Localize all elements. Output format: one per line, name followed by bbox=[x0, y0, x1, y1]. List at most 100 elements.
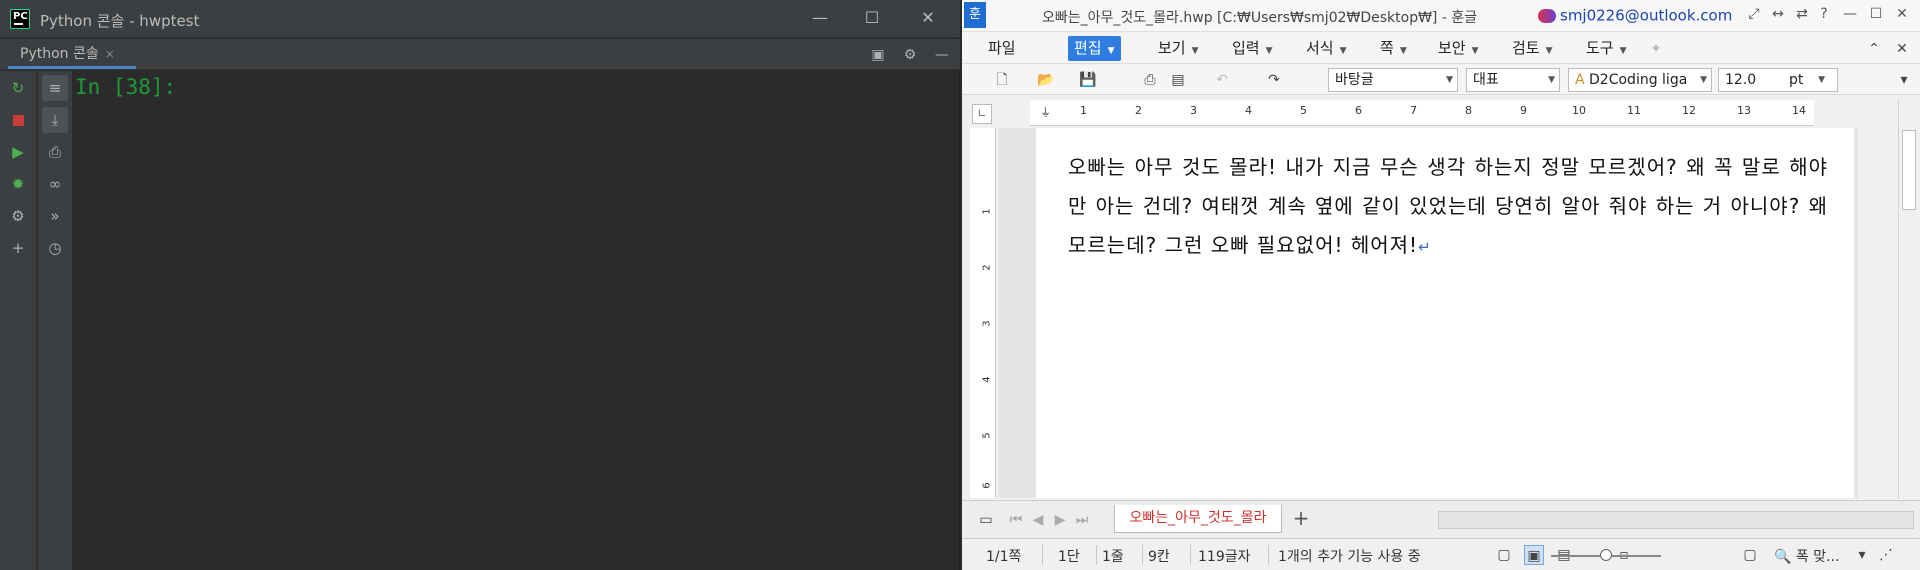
menu-review[interactable]: 검토 ▼ bbox=[1506, 36, 1559, 61]
pycharm-window: PC Python 콘솔 - hwptest — ☐ ✕ Python 콘솔 × … bbox=[0, 0, 960, 570]
close-button[interactable]: ✕ bbox=[1892, 6, 1912, 22]
menu-file[interactable]: 파일 bbox=[982, 36, 1022, 61]
show-variables-glasses-icon[interactable]: ∞ bbox=[42, 171, 68, 197]
scroll-to-end-icon[interactable]: ⤓ bbox=[42, 107, 68, 133]
fullscreen-icon[interactable]: ⤢ bbox=[1744, 6, 1764, 22]
normal-view-icon[interactable]: ▢ bbox=[1494, 545, 1514, 565]
new-document-icon[interactable]: 🗋 bbox=[992, 70, 1012, 90]
zoom-in-icon[interactable]: ▢ bbox=[1740, 545, 1760, 565]
undo-icon[interactable]: ↶ bbox=[1212, 70, 1232, 90]
stop-icon[interactable] bbox=[5, 107, 31, 133]
debug-bug-icon[interactable]: ✹ bbox=[5, 171, 31, 197]
tab-label: Python 콘솔 bbox=[20, 46, 99, 62]
toolbar-more-icon[interactable]: ▾ bbox=[1894, 70, 1914, 90]
add-icon[interactable]: + bbox=[5, 235, 31, 261]
horizontal-scrollbar[interactable] bbox=[1438, 511, 1914, 529]
status-section: 1단 bbox=[1058, 549, 1080, 565]
status-addons[interactable]: 1개의 추가 기능 사용 중 bbox=[1278, 546, 1421, 566]
paragraph-mark-icon: ↵ bbox=[1418, 238, 1432, 256]
horizontal-ruler: ⏚ 1 2 3 4 5 6 7 8 9 10 11 12 13 14 bbox=[1030, 100, 1814, 126]
document-body[interactable]: 오빠는 아무 것도 몰라! 내가 지금 무슨 생각 하는지 정말 모르겠어? 왜… bbox=[1068, 148, 1828, 267]
pycharm-window-title: Python 콘솔 - hwptest bbox=[40, 12, 200, 30]
pycharm-titlebar: PC Python 콘솔 - hwptest — ☐ ✕ bbox=[0, 0, 960, 38]
save-icon[interactable]: 💾 bbox=[1078, 70, 1098, 90]
avatar bbox=[1538, 8, 1556, 23]
tab-list-icon[interactable]: ▭ bbox=[976, 510, 996, 530]
history-clock-icon[interactable]: ◷ bbox=[42, 235, 68, 261]
layout-icon[interactable]: ▣ bbox=[868, 45, 888, 65]
print-icon[interactable]: ⎙ bbox=[1140, 70, 1160, 90]
hwp-logo-icon: 훈 bbox=[964, 2, 986, 28]
add-tab-button[interactable]: + bbox=[1286, 505, 1316, 533]
console-tabbar: Python 콘솔 × ▣ ⚙ — bbox=[0, 39, 960, 70]
execute-forward-icon[interactable]: » bbox=[42, 203, 68, 229]
settings-icon[interactable]: ⚙ bbox=[5, 203, 31, 229]
zoom-slider-knob[interactable] bbox=[1600, 549, 1612, 561]
font-select[interactable]: A D2Coding liga ▼ bbox=[1568, 68, 1712, 92]
status-bar: 1/1쪽 1단 1줄 9칸 119글자 1개의 추가 기능 사용 중 ▢ ▣ ▤… bbox=[962, 538, 1920, 570]
last-tab-icon[interactable]: ⏭ bbox=[1072, 510, 1092, 530]
tab-active-indicator bbox=[8, 66, 136, 69]
maximize-button[interactable]: ☐ bbox=[844, 0, 900, 36]
close-doc-icon[interactable]: ✕ bbox=[1892, 39, 1912, 59]
next-tab-icon[interactable]: ▶ bbox=[1050, 510, 1070, 530]
vertical-scrollbar[interactable] bbox=[1898, 100, 1918, 498]
style-select[interactable]: 바탕글 ▼ bbox=[1328, 68, 1458, 92]
vertical-ruler: 1 2 3 4 5 6 bbox=[970, 128, 996, 498]
tab-close-icon[interactable]: × bbox=[105, 47, 115, 61]
prev-tab-icon[interactable]: ◀ bbox=[1028, 510, 1048, 530]
minimize-button[interactable]: — bbox=[792, 0, 848, 36]
statusbar-menu-icon[interactable]: ▾ bbox=[1852, 545, 1872, 565]
menu-security[interactable]: 보안 ▼ bbox=[1432, 36, 1485, 61]
sync-icon[interactable]: ⇄ bbox=[1792, 6, 1812, 22]
hide-panel-icon[interactable]: — bbox=[932, 45, 952, 65]
menu-edit[interactable]: 편집 ▼ bbox=[1068, 36, 1121, 61]
collapse-ribbon-icon[interactable]: ⌃ bbox=[1864, 39, 1884, 59]
account-badge[interactable]: smj0226@outlook.com bbox=[1538, 5, 1732, 27]
console-toolbar-left: ↻ ▶ ✹ ⚙ + bbox=[0, 71, 37, 570]
print-icon[interactable]: ⎙ bbox=[42, 139, 68, 165]
menu-format[interactable]: 서식 ▼ bbox=[1300, 36, 1353, 61]
first-tab-icon[interactable]: ⏮ bbox=[1006, 510, 1026, 530]
document-canvas: 오빠는 아무 것도 몰라! 내가 지금 무슨 생각 하는지 정말 모르겠어? 왜… bbox=[998, 128, 1858, 498]
preview-icon[interactable]: ▤ bbox=[1168, 70, 1188, 90]
status-char-count: 119글자 bbox=[1198, 549, 1251, 565]
scrollbar-thumb[interactable] bbox=[1902, 130, 1916, 210]
redo-icon[interactable]: ↷ bbox=[1264, 70, 1284, 90]
close-button[interactable]: ✕ bbox=[900, 0, 956, 36]
document-text: 오빠는 아무 것도 몰라! 내가 지금 무슨 생각 하는지 정말 모르겠어? 왜… bbox=[1068, 155, 1828, 257]
menu-view[interactable]: 보기 ▼ bbox=[1152, 36, 1205, 61]
indent-marker-icon[interactable]: ⏚ bbox=[1040, 104, 1051, 120]
rerun-icon[interactable]: ↻ bbox=[5, 75, 31, 101]
hwp-window: 훈 오빠는_아무_것도_몰라.hwp [C:₩Users₩smj02₩Deskt… bbox=[962, 0, 1920, 570]
soft-wrap-icon[interactable]: ≡ bbox=[42, 75, 68, 101]
puzzle-icon[interactable]: ✦ bbox=[1646, 39, 1666, 59]
maximize-button[interactable]: ☐ bbox=[1866, 6, 1886, 22]
help-icon[interactable]: ? bbox=[1814, 6, 1834, 22]
menu-page[interactable]: 쪽 ▼ bbox=[1374, 36, 1413, 61]
menu-insert[interactable]: 입력 ▼ bbox=[1226, 36, 1279, 61]
minimize-button[interactable]: — bbox=[1840, 6, 1860, 22]
ruler-corner-icon[interactable]: ∟ bbox=[972, 104, 992, 124]
menu-tools[interactable]: 도구 ▼ bbox=[1580, 36, 1633, 61]
zoom-fit-width[interactable]: 🔍 폭 맞... bbox=[1774, 546, 1839, 566]
hwp-toolbar: 🗋 📂 💾 ⎙ ▤ ↶ ↷ 바탕글 ▼ 대표 ▼ A D2Coding liga ▼ … bbox=[962, 65, 1920, 95]
hwp-titlebar: 훈 오빠는_아무_것도_몰라.hwp [C:₩Users₩smj02₩Deskt… bbox=[962, 0, 1920, 32]
resize-icon[interactable]: ↔ bbox=[1768, 6, 1788, 22]
gear-icon[interactable]: ⚙ bbox=[900, 45, 920, 65]
document-tabbar: ▭ ⏮ ◀ ▶ ⏭ 오빠는_아무_것도_몰라 + bbox=[962, 500, 1920, 538]
open-folder-icon[interactable]: 📂 bbox=[1036, 70, 1056, 90]
status-page[interactable]: 1/1쪽 bbox=[986, 546, 1021, 566]
status-column: 9칸 bbox=[1148, 549, 1170, 565]
hwp-window-title: 오빠는_아무_것도_몰라.hwp [C:₩Users₩smj02₩Desktop… bbox=[1042, 10, 1478, 26]
language-select[interactable]: 대표 ▼ bbox=[1466, 68, 1560, 92]
console-toolbar-right: ≡ ⤓ ⎙ ∞ » ◷ bbox=[38, 71, 73, 570]
document-page[interactable]: 오빠는 아무 것도 몰라! 내가 지금 무슨 생각 하는지 정말 모르겠어? 왜… bbox=[1036, 128, 1854, 498]
tab-document[interactable]: 오빠는_아무_것도_몰라 bbox=[1114, 505, 1282, 533]
console-prompt[interactable]: In [38]: bbox=[75, 75, 176, 99]
font-size-select[interactable]: 12.0 pt ▼ bbox=[1718, 68, 1838, 92]
resize-grip-icon: ⋰ bbox=[1879, 547, 1893, 563]
run-icon[interactable]: ▶ bbox=[5, 139, 31, 165]
page-view-icon[interactable]: ▣ bbox=[1524, 545, 1544, 565]
status-line: 1줄 bbox=[1102, 549, 1124, 565]
